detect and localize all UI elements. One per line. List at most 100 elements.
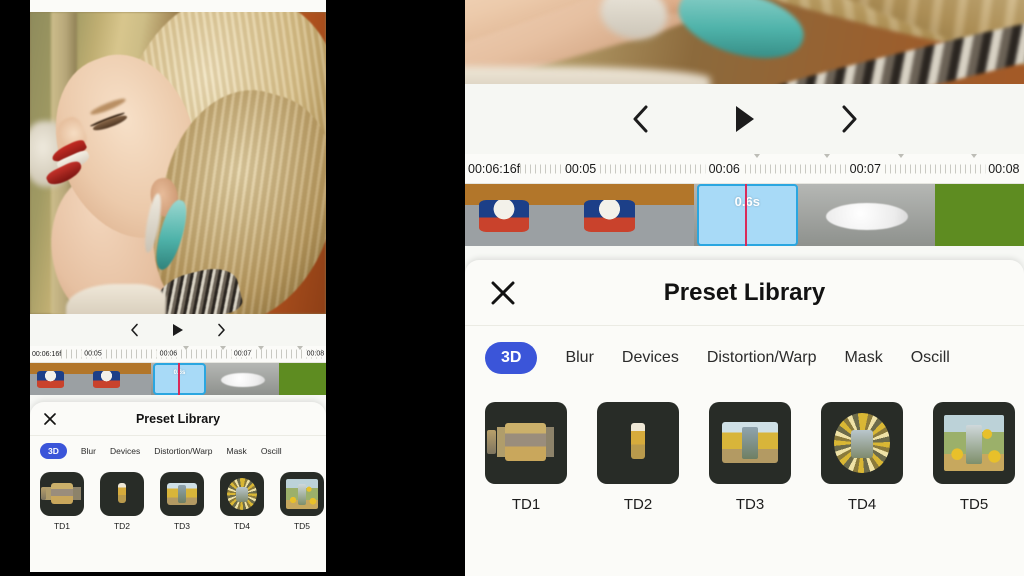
- preset-item-td1[interactable]: TD1: [40, 472, 84, 531]
- preset-art-icon: [485, 402, 567, 484]
- next-frame-button[interactable]: [216, 323, 227, 337]
- track-segment-green[interactable]: [934, 184, 1024, 246]
- chevron-right-icon: [218, 323, 225, 337]
- ruler-ticks: 00:05 00:06 00:07 00:08: [61, 346, 326, 362]
- ruler-label: 00:07: [846, 161, 884, 176]
- preset-item-td4[interactable]: TD4: [220, 472, 264, 531]
- preset-thumbnail: [100, 472, 144, 516]
- preset-item-td3[interactable]: TD3: [709, 402, 791, 513]
- selected-clip-duration: 0.6s: [734, 194, 760, 209]
- track-segment-green[interactable]: [278, 363, 326, 395]
- tab-3d[interactable]: 3D: [40, 443, 67, 459]
- play-button[interactable]: [733, 104, 757, 134]
- timeline-track[interactable]: 0.6s: [30, 363, 326, 395]
- play-button[interactable]: [172, 323, 184, 337]
- tab-blur[interactable]: Blur: [81, 446, 96, 456]
- status-strip: [30, 0, 326, 12]
- play-icon: [735, 106, 754, 132]
- keyframe-marker[interactable]: [970, 154, 977, 158]
- preset-label: TD3: [735, 496, 765, 513]
- category-tabs[interactable]: 3D Blur Devices Distortion/Warp Mask Osc…: [465, 326, 1024, 390]
- phone-screen-zoomed: 00:06:16f 00:05 00:06 00:07 00:08 0.6s P…: [465, 0, 1024, 576]
- preset-item-td4[interactable]: TD4: [821, 402, 903, 513]
- preset-label: TD3: [173, 521, 191, 531]
- tab-distortion-warp[interactable]: Distortion/Warp: [707, 349, 817, 367]
- tab-devices[interactable]: Devices: [110, 446, 140, 456]
- preset-label: TD2: [113, 521, 131, 531]
- preset-thumbnail: [933, 402, 1015, 484]
- track-thumbnail-highlight: [221, 372, 265, 387]
- preset-item-td1[interactable]: TD1: [485, 402, 567, 513]
- tab-3d[interactable]: 3D: [485, 342, 538, 374]
- keyframe-marker[interactable]: [897, 154, 904, 158]
- preset-grid[interactable]: TD1 TD2 TD3 TD4 TD5: [30, 466, 326, 531]
- video-frame-image: [30, 12, 326, 314]
- category-tabs[interactable]: 3D Blur Devices Distortion/Warp Mask Osc…: [30, 436, 326, 466]
- preset-item-td2[interactable]: TD2: [597, 402, 679, 513]
- track-thumbnail-highlight: [826, 202, 909, 230]
- preset-art-icon: [821, 402, 903, 484]
- preset-label: TD5: [293, 521, 311, 531]
- timeline-track[interactable]: 0.6s: [465, 184, 1024, 246]
- ruler-ticks: 00:05 00:06 00:07 00:08: [520, 154, 1024, 183]
- previous-frame-button[interactable]: [629, 104, 653, 134]
- preset-thumbnail: [597, 402, 679, 484]
- preset-item-td3[interactable]: TD3: [160, 472, 204, 531]
- timeline-ruler[interactable]: 00:06:16f 00:05 00:06 00:07 00:08: [465, 154, 1024, 184]
- preset-art-icon: [40, 472, 84, 516]
- preset-thumbnail: [220, 472, 264, 516]
- keyframe-marker[interactable]: [824, 154, 831, 158]
- preset-art-icon: [160, 472, 204, 516]
- video-preview[interactable]: [465, 0, 1024, 84]
- transport-controls: [30, 314, 326, 346]
- playhead[interactable]: [744, 184, 747, 246]
- preset-label: TD5: [959, 496, 989, 513]
- ruler-label: 00:07: [230, 350, 255, 358]
- ruler-label: 00:05: [81, 350, 105, 358]
- current-time-readout: 00:06:16f: [468, 161, 521, 176]
- track-segment-video[interactable]: [30, 363, 152, 395]
- preset-item-td5[interactable]: TD5: [933, 402, 1015, 513]
- tab-blur[interactable]: Blur: [565, 349, 593, 367]
- playhead[interactable]: [178, 363, 180, 395]
- previous-frame-button[interactable]: [129, 323, 140, 337]
- preset-thumbnail: [40, 472, 84, 516]
- keyframe-marker[interactable]: [219, 346, 226, 350]
- preset-art-icon: [280, 472, 324, 516]
- selected-clip[interactable]: 0.6s: [696, 184, 798, 246]
- preset-label: TD1: [511, 496, 541, 513]
- preset-item-td2[interactable]: TD2: [100, 472, 144, 531]
- preset-thumbnail: [160, 472, 204, 516]
- keyframe-marker[interactable]: [296, 346, 303, 350]
- sheet-title: Preset Library: [135, 411, 221, 426]
- preset-item-td5[interactable]: TD5: [280, 472, 324, 531]
- sheet-header: Preset Library: [30, 402, 326, 436]
- track-segment-video[interactable]: [465, 184, 695, 246]
- tab-oscillator[interactable]: Oscill: [261, 446, 282, 456]
- keyframe-marker[interactable]: [182, 346, 189, 350]
- video-preview[interactable]: [30, 12, 326, 314]
- preset-art-icon: [100, 472, 144, 516]
- next-frame-button[interactable]: [837, 104, 861, 134]
- preset-thumbnail: [485, 402, 567, 484]
- screenshot-stage: 00:06:16f 00:05 00:06 00:07 00:08 0.6s: [0, 0, 1024, 576]
- tab-mask[interactable]: Mask: [844, 349, 882, 367]
- close-icon[interactable]: [489, 279, 517, 307]
- ruler-label: 00:08: [303, 350, 326, 358]
- preset-label: TD4: [847, 496, 877, 513]
- close-icon[interactable]: [43, 412, 57, 426]
- ruler-label: 00:08: [985, 161, 1023, 176]
- tab-mask[interactable]: Mask: [227, 446, 247, 456]
- tab-devices[interactable]: Devices: [622, 349, 679, 367]
- tab-oscillator[interactable]: Oscill: [911, 349, 950, 367]
- tab-distortion-warp[interactable]: Distortion/Warp: [154, 446, 212, 456]
- keyframe-marker[interactable]: [258, 346, 265, 350]
- preset-thumbnail: [821, 402, 903, 484]
- current-time-readout: 00:06:16f: [32, 350, 62, 358]
- keyframe-marker[interactable]: [753, 154, 760, 158]
- preset-grid[interactable]: TD1 TD2 TD3 TD4 TD5: [465, 390, 1024, 513]
- timeline-ruler[interactable]: 00:06:16f 00:05 00:06 00:07 00:08: [30, 346, 326, 363]
- preset-library-sheet: Preset Library 3D Blur Devices Distortio…: [465, 260, 1024, 576]
- ruler-label: 00:06: [705, 161, 743, 176]
- preset-art-icon: [220, 472, 264, 516]
